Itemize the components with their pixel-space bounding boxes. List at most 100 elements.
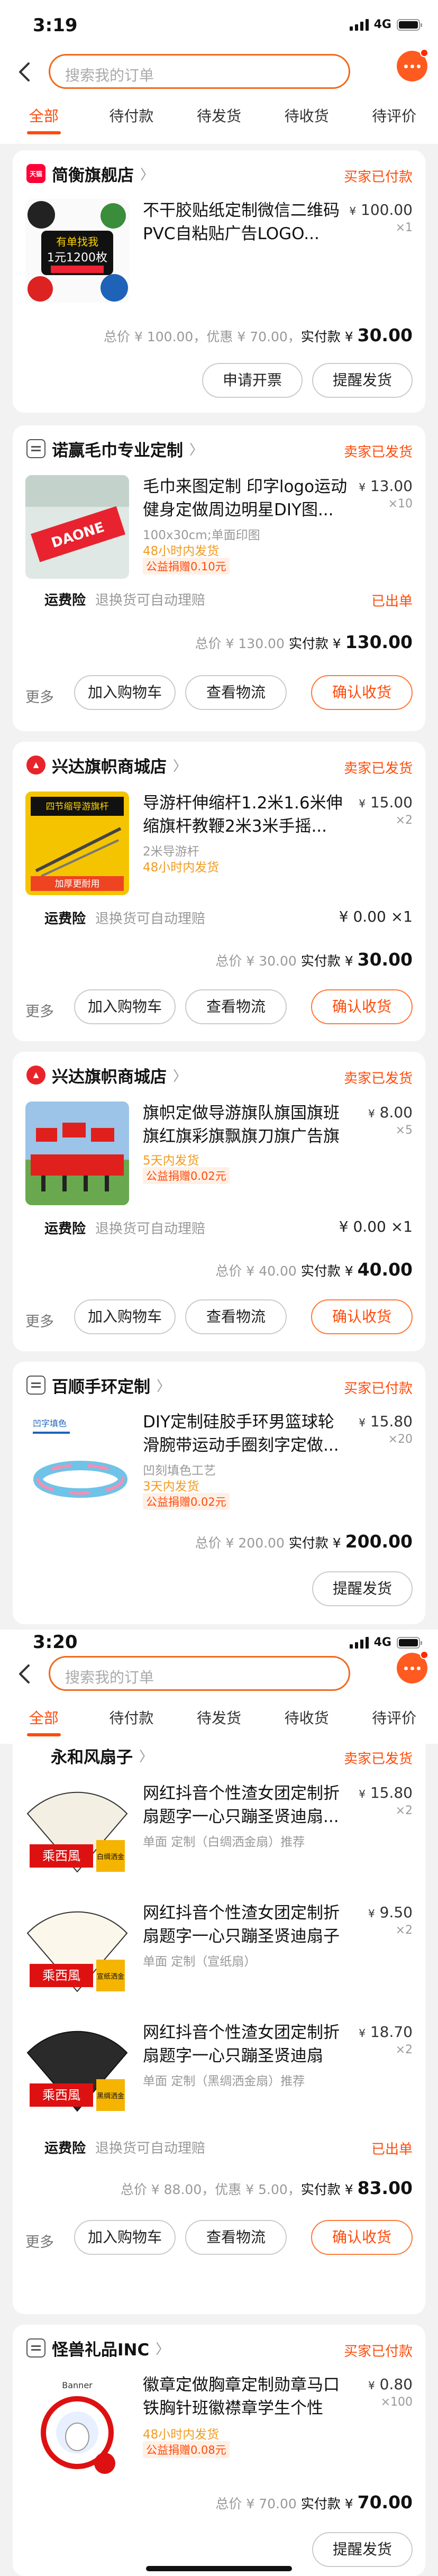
network-label: 4G [373,18,391,31]
order-summary: 总价 ¥ 30.00 实付款 ¥ 30.00 [215,949,413,970]
more-menu-icon[interactable] [397,1651,428,1683]
confirm-receipt-button[interactable]: 确认收货 [311,675,413,710]
add-to-cart-button[interactable]: 加入购物车 [74,1299,176,1334]
search-input[interactable]: 搜索我的订单 [49,54,350,89]
remind-shipment-button[interactable]: 提醒发货 [312,363,413,398]
shop-name: 永和风扇子 [51,1747,133,1767]
more-link[interactable]: 更多 [25,2231,54,2251]
shop-header[interactable]: ▲ 兴达旗帜商城店 〉 [26,753,187,777]
more-link[interactable]: 更多 [25,686,54,706]
track-shipment-button[interactable]: 查看物流 [185,675,287,710]
charity-badge: 公益捐赠0.08元 [143,2441,230,2458]
shop-header[interactable]: 怪兽礼品INC 〉 [26,2336,169,2360]
product-price: ¥ 13.00 [359,477,413,495]
product-price: ¥ 9.50 [368,1904,413,1921]
order-item[interactable]: 乘西風 白绸洒金 网红抖音个性渣女团定制折扇题字一心只蹦圣贤迪扇... ¥ 15… [25,1782,417,1888]
remind-shipment-button[interactable]: 提醒发货 [312,1571,413,1606]
more-menu-icon[interactable] [397,49,428,81]
tab-pending-receipt[interactable]: 待收货 [263,93,351,144]
status-bar: 3:20 4G [0,1630,438,1653]
shipping-promise: 5天内发货 [143,1154,199,1168]
order-card: 百顺手环定制 〉 买家已付款 凹字填色 DIY定制硅胶手环男篮球轮滑腕带运动手圈… [13,1362,425,1624]
more-link[interactable]: 更多 [25,1000,54,1021]
remind-shipment-button[interactable]: 提醒发货 [312,2532,413,2567]
store-icon [26,2338,45,2357]
tab-pending-shipment[interactable]: 待发货 [175,1695,263,1744]
track-shipment-button[interactable]: 查看物流 [185,2220,287,2255]
shop-header[interactable]: 天猫 简衡旗舰店 〉 [26,162,154,185]
product-quantity: ×2 [395,1924,413,1937]
shop-name: 兴达旗帜商城店 [52,1067,167,1087]
status-time: 3:20 [33,1632,78,1653]
product-spec: 单面 定制（黑绸洒金扇）推荐 [143,2074,305,2088]
shipping-insurance: 运费险 退换货可自动理赔 [44,911,206,927]
back-arrow-icon[interactable] [14,1661,35,1687]
product-title: 网红抖音个性渣女团定制折扇题字一心只蹦圣贤迪扇子酒... [143,1904,340,1946]
shop-header[interactable]: ▲ 兴达旗帜商城店 〉 [26,1063,187,1087]
order-item[interactable]: DAONE 毛巾来图定制 印字logo运动健身定做周边明星DIY图... ¥ 1… [25,475,417,581]
add-to-cart-button[interactable]: 加入购物车 [74,2220,176,2255]
tab-pending-review[interactable]: 待评价 [350,1695,438,1744]
charity-badge: 公益捐赠0.10元 [143,558,230,575]
product-spec: 单面 定制（宣纸扇） [143,1955,257,1969]
svg-text:乘西風: 乘西風 [42,1968,80,1983]
tab-pending-review[interactable]: 待评价 [350,93,438,144]
order-item[interactable]: 凹字填色 DIY定制硅胶手环男篮球轮滑腕带运动手圈刻字定做... ¥ 15.80… [25,1410,417,1516]
product-title: 旗帜定做导游旗队旗国旗班旗红旗彩旗飘旗刀旗广告旗订... [143,1104,340,1146]
product-thumbnail: 乘西風 黑绸洒金 [25,2021,129,2125]
svg-text:黑绸洒金: 黑绸洒金 [97,2092,124,2100]
order-status: 卖家已发货 [343,1071,413,1087]
confirm-receipt-button[interactable]: 确认收货 [311,1299,413,1334]
confirm-receipt-button[interactable]: 确认收货 [311,989,413,1024]
order-item[interactable]: 四节缩导游旗杆 加厚更耐用 导游杆伸缩杆1.2米1.6米伸缩旗杆教鞭2米3米手摇… [25,791,417,897]
shop-name: 诺赢毛巾专业定制 [52,441,183,460]
notification-dot [420,1651,428,1659]
add-to-cart-button[interactable]: 加入购物车 [74,989,176,1024]
product-price: ¥ 8.00 [368,1104,413,1121]
order-status: 卖家已发货 [343,761,413,777]
shipping-insurance: 运费险 退换货可自动理赔 [44,593,206,608]
svg-text:乘西風: 乘西風 [42,1849,80,1863]
order-card: 天猫 简衡旗舰店 〉 买家已付款 有单找我 1元1200枚 不干胶贴纸定制微信二… [13,150,425,413]
order-card: 怪兽礼品INC 〉 买家已付款 Banner 徽章定做胸章定制勋章马口铁胸针班徽… [13,2325,425,2576]
order-item[interactable]: Banner 徽章定做胸章定制勋章马口铁胸针班徽襟章学生个性log... ¥ 0… [25,2373,417,2479]
product-quantity: ×5 [395,1124,413,1137]
tab-pending-receipt[interactable]: 待收货 [263,1695,351,1744]
search-input[interactable]: 搜索我的订单 [49,1656,350,1691]
track-shipment-button[interactable]: 查看物流 [185,1299,287,1334]
battery-icon [397,19,422,31]
shop-name: 兴达旗帜商城店 [52,757,167,777]
tab-pending-payment[interactable]: 待付款 [88,1695,176,1744]
tab-pending-payment[interactable]: 待付款 [88,93,176,144]
order-item[interactable]: 乘西風 黑绸洒金 网红抖音个性渣女团定制折扇题字一心只蹦圣贤迪扇子... ¥ 1… [25,2021,417,2127]
order-summary: 总价 ¥ 88.00，优惠 ¥ 5.00，实付款 ¥ 83.00 [120,2178,413,2198]
shop-header[interactable]: 诺赢毛巾专业定制 〉 [26,437,203,460]
charity-badge: 公益捐赠0.02元 [143,1167,230,1184]
order-item[interactable]: 乘西風 宣纸洒金 网红抖音个性渣女团定制折扇题字一心只蹦圣贤迪扇子酒... ¥ … [25,1901,417,2007]
product-price: ¥ 15.00 [359,794,413,811]
request-invoice-button[interactable]: 申请开票 [202,363,303,398]
home-indicator [146,2566,292,2571]
back-arrow-icon[interactable] [14,59,35,85]
product-price: ¥ 18.70 [359,2023,413,2041]
tab-all[interactable]: 全部 [0,1695,88,1744]
order-item[interactable]: 有单找我 1元1200枚 不干胶贴纸定制微信二维码PVC自粘贴广告LOGO...… [25,199,417,305]
shipping-promise: 48小时内发货 [143,861,220,875]
status-time: 3:19 [33,15,78,36]
product-thumbnail: Banner [25,2373,129,2477]
tab-all[interactable]: 全部 [0,93,88,144]
product-spec: 2米导游杆 [143,845,199,859]
tab-pending-shipment[interactable]: 待发货 [175,93,263,144]
track-shipment-button[interactable]: 查看物流 [185,989,287,1024]
more-link[interactable]: 更多 [25,1310,54,1331]
shop-header[interactable]: 永和风扇子 〉 [51,1744,153,1767]
order-summary: 总价 ¥ 100.00，优惠 ¥ 70.00，实付款 ¥ 30.00 [104,325,413,345]
add-to-cart-button[interactable]: 加入购物车 [74,675,176,710]
confirm-receipt-button[interactable]: 确认收货 [311,2220,413,2255]
shipping-promise: 48小时内发货 [143,2428,220,2442]
product-quantity: ×2 [395,814,413,827]
product-quantity: ×1 [395,221,413,234]
shop-header[interactable]: 百顺手环定制 〉 [26,1373,170,1397]
chevron-right-icon: 〉 [156,2341,170,2357]
order-item[interactable]: 旗帜定做导游旗队旗国旗班旗红旗彩旗飘旗刀旗广告旗订... ¥ 8.00 ×5 5… [25,1102,417,1207]
